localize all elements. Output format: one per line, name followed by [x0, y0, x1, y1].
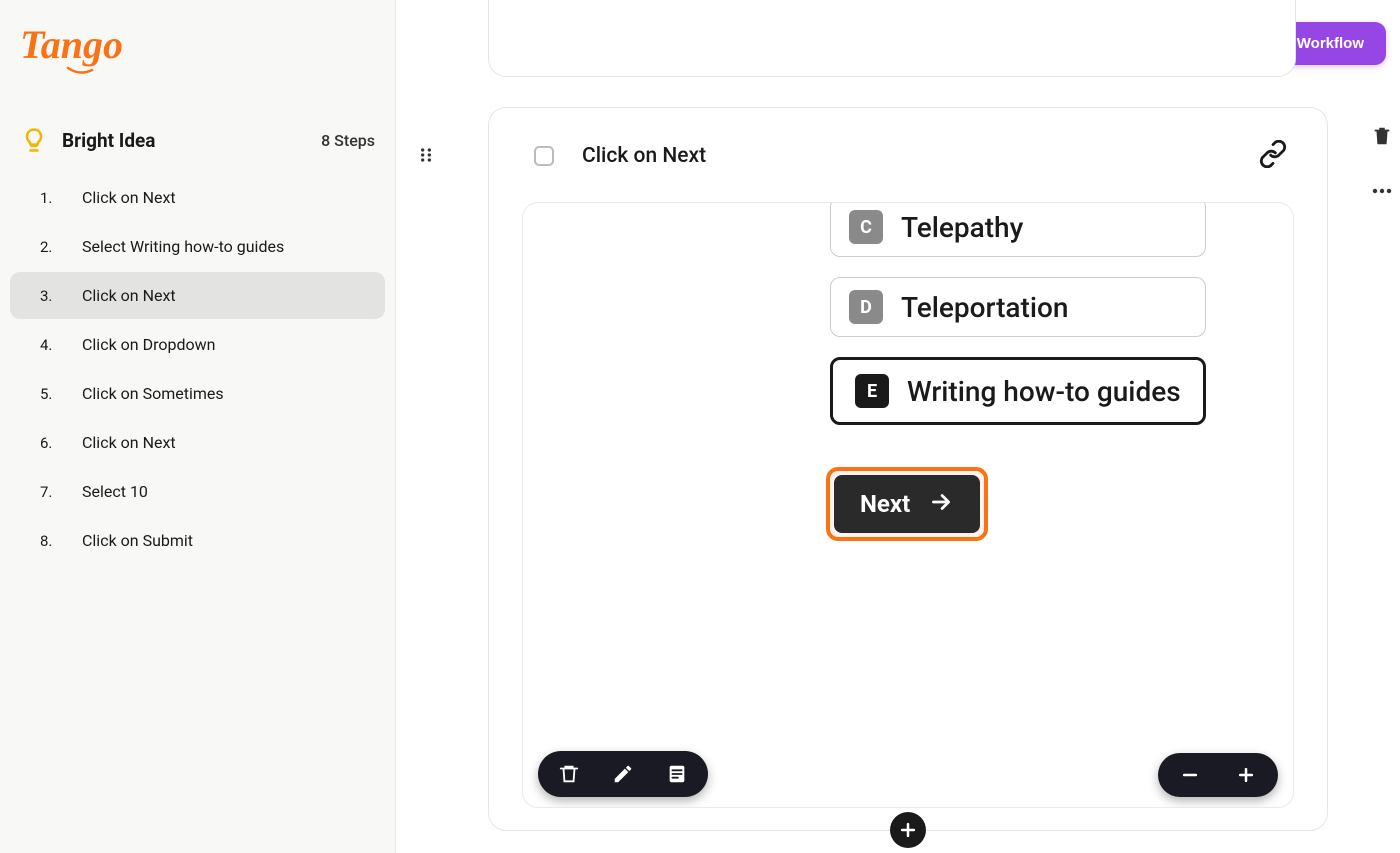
option-d: D Teleportation — [830, 277, 1206, 337]
step-label: Select 10 — [82, 482, 148, 501]
step-item-4[interactable]: 4. Click on Dropdown — [10, 321, 385, 368]
minus-icon[interactable] — [1180, 765, 1200, 785]
option-e: E Writing how-to guides — [830, 357, 1206, 425]
trash-icon[interactable] — [558, 763, 580, 785]
step-number: 2. — [40, 238, 58, 256]
next-button-label: Next — [860, 490, 910, 518]
plus-icon[interactable] — [1236, 765, 1256, 785]
screenshot-toolbar-zoom — [1158, 753, 1278, 797]
option-letter: C — [849, 210, 883, 244]
lightbulb-icon — [20, 126, 48, 154]
step-number: 7. — [40, 483, 58, 501]
step-label: Click on Submit — [82, 531, 193, 550]
highlight-box: Next — [826, 467, 988, 541]
link-icon[interactable] — [1259, 140, 1287, 172]
step-item-3[interactable]: 3. Click on Next — [10, 272, 385, 319]
note-icon[interactable] — [666, 763, 688, 785]
step-item-8[interactable]: 8. Click on Submit — [10, 517, 385, 564]
step-item-2[interactable]: 2. Select Writing how-to guides — [10, 223, 385, 270]
step-item-6[interactable]: 6. Click on Next — [10, 419, 385, 466]
pencil-icon[interactable] — [612, 763, 634, 785]
trash-icon[interactable] — [1371, 125, 1393, 151]
step-checkbox[interactable] — [534, 146, 554, 166]
step-title[interactable]: Click on Next — [582, 144, 1231, 168]
step-label: Click on Next — [82, 286, 176, 305]
screenshot-toolbar-left — [538, 751, 708, 797]
workflow-header: Bright Idea 8 Steps — [0, 116, 395, 166]
step-number: 1. — [40, 189, 58, 207]
step-number: 5. — [40, 385, 58, 403]
previous-step-card — [488, 0, 1296, 77]
step-number: 6. — [40, 434, 58, 452]
step-number: 3. — [40, 287, 58, 305]
option-c: C Telepathy — [830, 202, 1206, 257]
step-label: Click on Next — [82, 433, 176, 452]
option-letter: D — [849, 290, 883, 324]
option-text: Telepathy — [901, 211, 1023, 244]
option-letter: E — [855, 374, 889, 408]
brand-logo: Tango — [20, 20, 395, 86]
options-column: C Telepathy D Teleportation E Writing ho… — [830, 203, 1206, 425]
step-label: Click on Sometimes — [82, 384, 224, 403]
step-count: 8 Steps — [321, 131, 375, 150]
step-label: Click on Next — [82, 188, 176, 207]
drag-handle-icon[interactable] — [416, 145, 440, 169]
option-text: Writing how-to guides — [907, 375, 1181, 408]
arrow-right-icon — [928, 489, 954, 519]
step-item-7[interactable]: 7. Select 10 — [10, 468, 385, 515]
step-number: 8. — [40, 532, 58, 550]
brand-wordmark: Tango — [20, 22, 123, 67]
next-button: Next — [834, 475, 980, 533]
step-card: Click on Next C Telepathy D Teleportatio… — [488, 107, 1328, 831]
step-card-header: Click on Next — [489, 108, 1327, 196]
step-label: Click on Dropdown — [82, 335, 215, 354]
add-step-button[interactable] — [890, 812, 926, 848]
step-item-5[interactable]: 5. Click on Sometimes — [10, 370, 385, 417]
right-rail — [1370, 125, 1394, 207]
step-item-1[interactable]: 1. Click on Next — [10, 174, 385, 221]
step-label: Select Writing how-to guides — [82, 237, 284, 256]
step-number: 4. — [40, 336, 58, 354]
workflow-title: Bright Idea — [62, 129, 307, 152]
step-screenshot: C Telepathy D Teleportation E Writing ho… — [522, 202, 1294, 808]
sidebar: Tango Bright Idea 8 Steps 1. Click on Ne… — [0, 0, 396, 853]
steps-list: 1. Click on Next 2. Select Writing how-t… — [0, 174, 395, 564]
option-text: Teleportation — [901, 291, 1068, 324]
more-horizontal-icon[interactable] — [1370, 179, 1394, 207]
